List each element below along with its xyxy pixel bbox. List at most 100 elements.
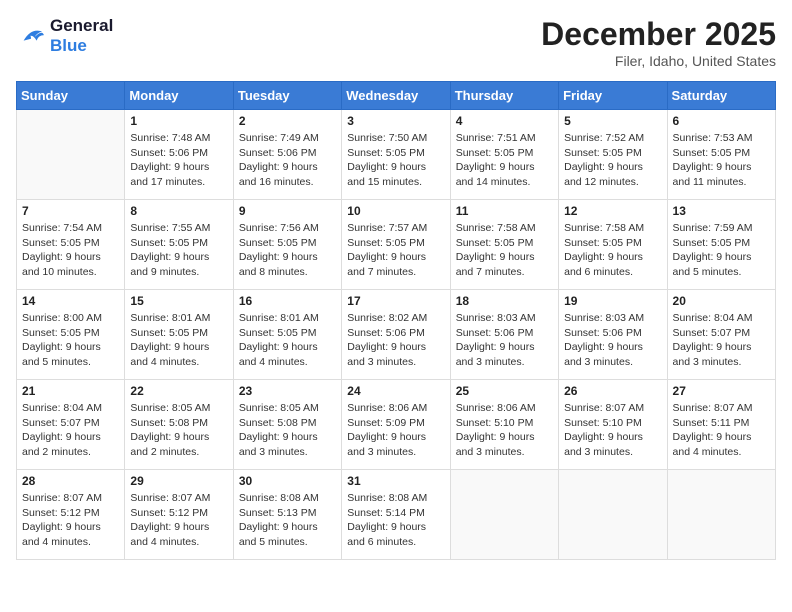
sunrise-text: Sunrise: 8:03 AM [564,311,661,326]
sunset-text: Sunset: 5:05 PM [130,236,227,251]
sunset-text: Sunset: 5:05 PM [456,146,553,161]
logo-icon [16,24,46,48]
day-info: Sunrise: 8:04 AMSunset: 5:07 PMDaylight:… [22,401,119,460]
week-row-1: 1Sunrise: 7:48 AMSunset: 5:06 PMDaylight… [17,110,776,200]
sunset-text: Sunset: 5:05 PM [673,236,770,251]
day-info: Sunrise: 8:03 AMSunset: 5:06 PMDaylight:… [564,311,661,370]
daylight-text: Daylight: 9 hours and 2 minutes. [22,430,119,459]
logo: General Blue [16,16,113,56]
sunrise-text: Sunrise: 7:51 AM [456,131,553,146]
day-info: Sunrise: 8:06 AMSunset: 5:10 PMDaylight:… [456,401,553,460]
day-info: Sunrise: 8:07 AMSunset: 5:12 PMDaylight:… [22,491,119,550]
calendar-cell: 7Sunrise: 7:54 AMSunset: 5:05 PMDaylight… [17,200,125,290]
day-info: Sunrise: 7:58 AMSunset: 5:05 PMDaylight:… [456,221,553,280]
sunset-text: Sunset: 5:05 PM [564,146,661,161]
day-info: Sunrise: 7:57 AMSunset: 5:05 PMDaylight:… [347,221,444,280]
day-info: Sunrise: 8:05 AMSunset: 5:08 PMDaylight:… [130,401,227,460]
logo-text: General Blue [50,16,113,56]
calendar-cell: 23 Sunrise: 8:05 AMSunset: 5:08 PMDayligh… [233,380,341,470]
sunset-text: Sunset: 5:09 PM [347,416,444,431]
sunrise-text: Sunrise: 8:07 AM [564,401,661,416]
sunset-text: Sunset: 5:08 PM [239,416,336,431]
sunset-text: Sunset: 5:05 PM [22,326,119,341]
sunset-text: Sunset: 5:12 PM [130,506,227,521]
day-number: 11 [456,204,553,218]
calendar-cell: 17Sunrise: 8:02 AMSunset: 5:06 PMDayligh… [342,290,450,380]
calendar-cell: 21Sunrise: 8:04 AMSunset: 5:07 PMDayligh… [17,380,125,470]
daylight-text: Daylight: 9 hours and 6 minutes. [564,250,661,279]
day-info: Sunrise: 8:02 AMSunset: 5:06 PMDaylight:… [347,311,444,370]
daylight-text: Daylight: 9 hours and 3 minutes. [239,430,336,459]
day-info: Sunrise: 7:58 AMSunset: 5:05 PMDaylight:… [564,221,661,280]
sunset-text: Sunset: 5:05 PM [130,326,227,341]
calendar-cell: 3Sunrise: 7:50 AMSunset: 5:05 PMDaylight… [342,110,450,200]
sunset-text: Sunset: 5:05 PM [347,236,444,251]
calendar-cell [17,110,125,200]
calendar-cell: 19 Sunrise: 8:03 AMSunset: 5:06 PMDayligh… [559,290,667,380]
calendar-cell: 1Sunrise: 7:48 AMSunset: 5:06 PMDaylight… [125,110,233,200]
day-info: Sunrise: 7:59 AMSunset: 5:05 PMDaylight:… [673,221,770,280]
sunset-text: Sunset: 5:05 PM [347,146,444,161]
calendar-cell: 31Sunrise: 8:08 AMSunset: 5:14 PMDayligh… [342,470,450,560]
day-info: Sunrise: 8:05 AMSunset: 5:08 PMDaylight:… [239,401,336,460]
day-number: 3 [347,114,444,128]
sunset-text: Sunset: 5:08 PM [130,416,227,431]
day-info: Sunrise: 8:08 AMSunset: 5:14 PMDaylight:… [347,491,444,550]
day-info: Sunrise: 7:48 AMSunset: 5:06 PMDaylight:… [130,131,227,190]
sunrise-text: Sunrise: 8:08 AM [239,491,336,506]
calendar-cell: 10Sunrise: 7:57 AMSunset: 5:05 PMDayligh… [342,200,450,290]
day-number: 18 [456,294,553,308]
calendar-cell: 11 Sunrise: 7:58 AMSunset: 5:05 PMDayligh… [450,200,558,290]
sunrise-text: Sunrise: 8:01 AM [239,311,336,326]
location: Filer, Idaho, United States [541,53,776,69]
calendar-cell: 4Sunrise: 7:51 AMSunset: 5:05 PMDaylight… [450,110,558,200]
day-info: Sunrise: 8:06 AMSunset: 5:09 PMDaylight:… [347,401,444,460]
sunset-text: Sunset: 5:05 PM [564,236,661,251]
daylight-text: Daylight: 9 hours and 3 minutes. [673,340,770,369]
daylight-text: Daylight: 9 hours and 9 minutes. [130,250,227,279]
day-number: 19 [564,294,661,308]
sunrise-text: Sunrise: 7:50 AM [347,131,444,146]
calendar-cell: 9Sunrise: 7:56 AMSunset: 5:05 PMDaylight… [233,200,341,290]
calendar-cell [667,470,775,560]
calendar-cell: 28Sunrise: 8:07 AMSunset: 5:12 PMDayligh… [17,470,125,560]
calendar-cell: 5 Sunrise: 7:52 AMSunset: 5:05 PMDaylight… [559,110,667,200]
day-number: 14 [22,294,119,308]
daylight-text: Daylight: 9 hours and 14 minutes. [456,160,553,189]
weekday-header-monday: Monday [125,82,233,110]
calendar-cell: 30Sunrise: 8:08 AMSunset: 5:13 PMDayligh… [233,470,341,560]
sunset-text: Sunset: 5:11 PM [673,416,770,431]
sunrise-text: Sunrise: 7:57 AM [347,221,444,236]
weekday-header-saturday: Saturday [667,82,775,110]
sunrise-text: Sunrise: 8:04 AM [673,311,770,326]
day-info: Sunrise: 8:07 AMSunset: 5:10 PMDaylight:… [564,401,661,460]
calendar-cell: 16Sunrise: 8:01 AMSunset: 5:05 PMDayligh… [233,290,341,380]
calendar-cell: 14 Sunrise: 8:00 AMSunset: 5:05 PMDayligh… [17,290,125,380]
day-info: Sunrise: 7:52 AMSunset: 5:05 PMDaylight:… [564,131,661,190]
day-number: 5 [564,114,661,128]
sunset-text: Sunset: 5:13 PM [239,506,336,521]
daylight-text: Daylight: 9 hours and 6 minutes. [347,520,444,549]
daylight-text: Daylight: 9 hours and 3 minutes. [456,340,553,369]
day-number: 23 [239,384,336,398]
sunrise-text: Sunrise: 8:00 AM [22,311,119,326]
sunrise-text: Sunrise: 8:08 AM [347,491,444,506]
day-number: 24 [347,384,444,398]
day-info: Sunrise: 8:07 AMSunset: 5:11 PMDaylight:… [673,401,770,460]
day-number: 13 [673,204,770,218]
sunrise-text: Sunrise: 7:59 AM [673,221,770,236]
day-info: Sunrise: 7:51 AMSunset: 5:05 PMDaylight:… [456,131,553,190]
day-info: Sunrise: 7:56 AMSunset: 5:05 PMDaylight:… [239,221,336,280]
page-header: General Blue December 2025 Filer, Idaho,… [16,16,776,69]
calendar-cell: 20Sunrise: 8:04 AMSunset: 5:07 PMDayligh… [667,290,775,380]
day-number: 20 [673,294,770,308]
sunrise-text: Sunrise: 8:07 AM [673,401,770,416]
daylight-text: Daylight: 9 hours and 7 minutes. [347,250,444,279]
day-number: 27 [673,384,770,398]
sunset-text: Sunset: 5:05 PM [456,236,553,251]
day-info: Sunrise: 8:00 AMSunset: 5:05 PMDaylight:… [22,311,119,370]
calendar-cell: 27 Sunrise: 8:07 AMSunset: 5:11 PMDayligh… [667,380,775,470]
calendar-cell: 12Sunrise: 7:58 AMSunset: 5:05 PMDayligh… [559,200,667,290]
sunset-text: Sunset: 5:10 PM [564,416,661,431]
daylight-text: Daylight: 9 hours and 17 minutes. [130,160,227,189]
